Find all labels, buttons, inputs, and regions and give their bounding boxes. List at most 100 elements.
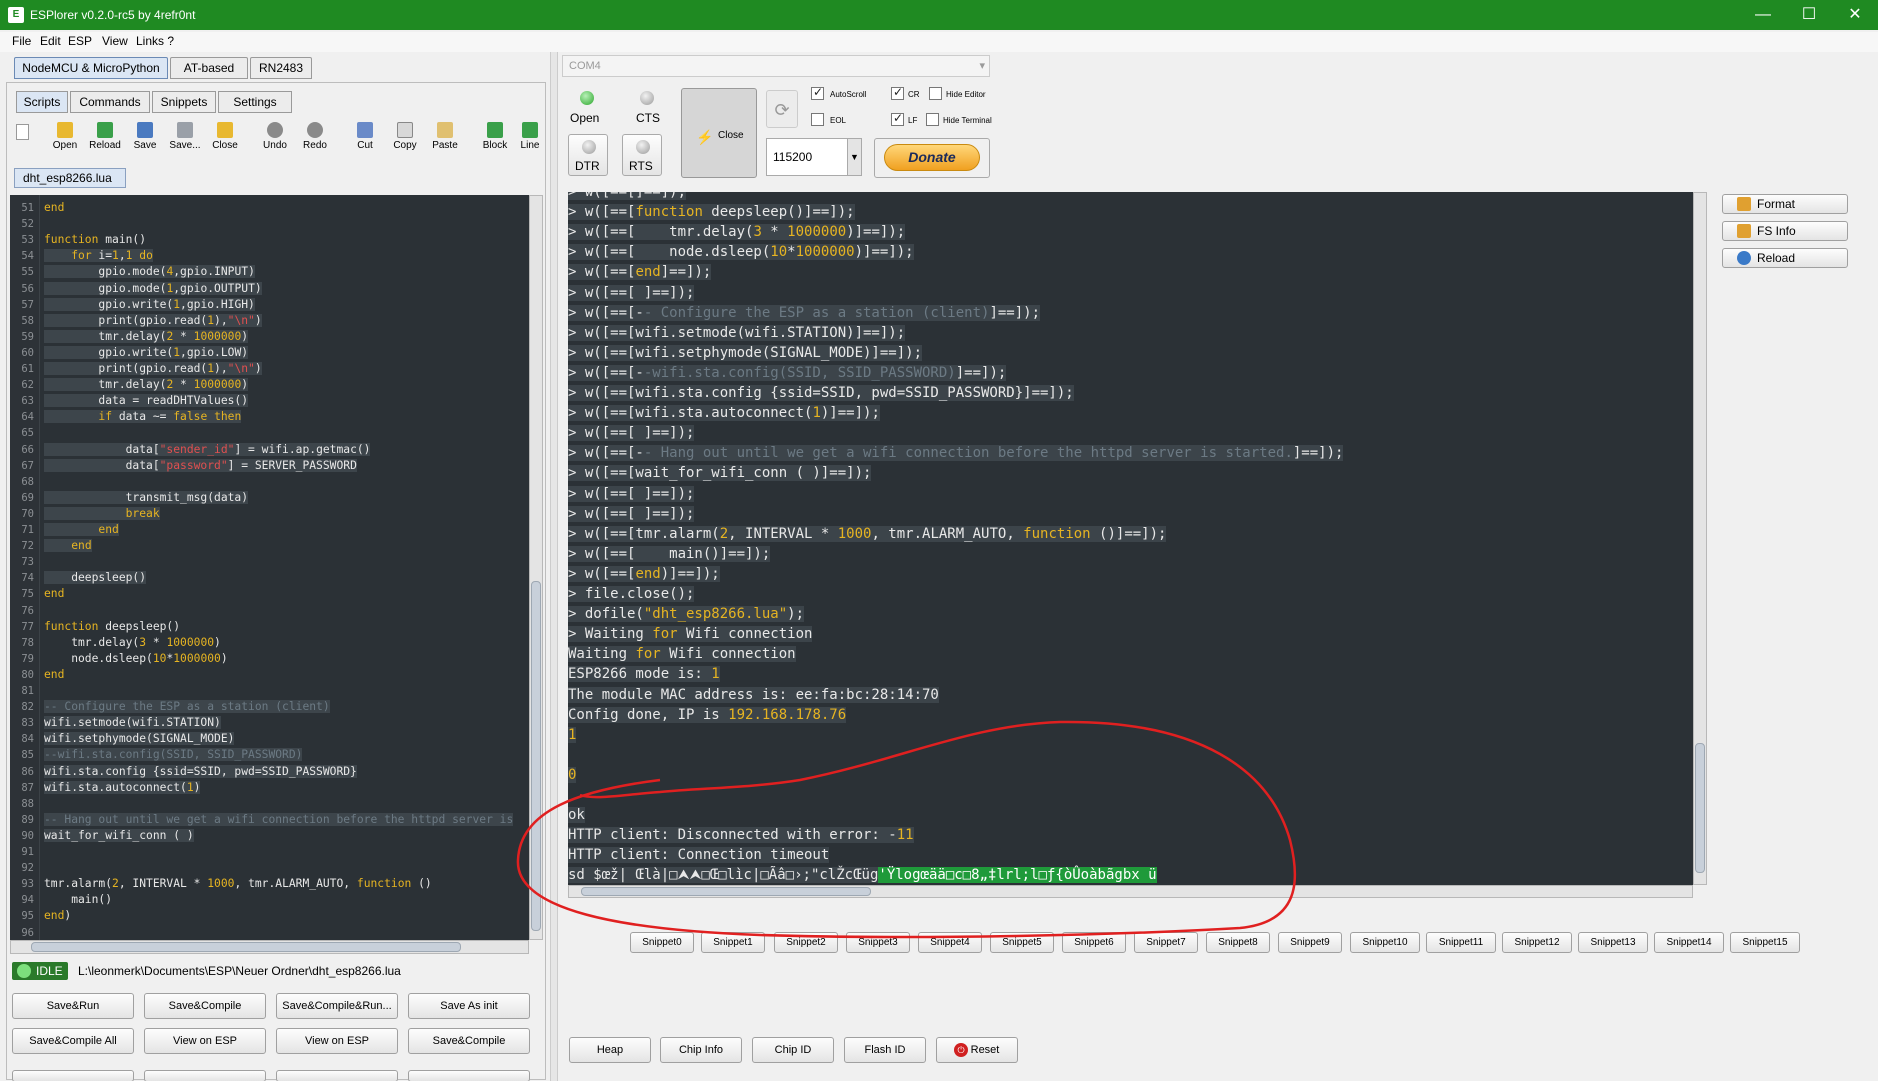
- subtab-snippets[interactable]: Snippets: [152, 91, 216, 113]
- save-as-tool-button[interactable]: Save...: [166, 120, 204, 156]
- snippet-button-7[interactable]: Snippet7: [1134, 932, 1198, 953]
- cut-tool-button[interactable]: Cut: [346, 120, 384, 156]
- terminal-line: Waiting for Wifi connection: [568, 646, 796, 663]
- snippet-button-2[interactable]: Snippet2: [774, 932, 838, 953]
- terminal-output[interactable]: > w([==[]==]); > w([==[function deepsleep…: [568, 192, 1693, 885]
- reload-files-button[interactable]: Reload: [1722, 248, 1848, 268]
- menu-view[interactable]: View: [102, 34, 128, 48]
- cut-off-button-1[interactable]: [12, 1070, 134, 1081]
- editor-hscrollbar[interactable]: [10, 940, 529, 954]
- donate-button[interactable]: Donate: [884, 144, 980, 171]
- cut-off-button-2[interactable]: [144, 1070, 266, 1081]
- snippet-button-6[interactable]: Snippet6: [1062, 932, 1126, 953]
- cr-checkbox[interactable]: [891, 85, 904, 100]
- reset-button[interactable]: ⏻ Reset: [936, 1037, 1018, 1063]
- snippet-button-1[interactable]: Snippet1: [701, 932, 765, 953]
- snippet-button-10[interactable]: Snippet10: [1350, 932, 1420, 953]
- save-compile-button[interactable]: Save&Compile: [144, 993, 266, 1019]
- snippet-button-15[interactable]: Snippet15: [1730, 932, 1800, 953]
- paste-tool-button[interactable]: Paste: [426, 120, 464, 156]
- cut-off-button-4[interactable]: [408, 1070, 530, 1081]
- copy-icon: [397, 122, 413, 138]
- chip-info-button[interactable]: Chip Info: [660, 1037, 742, 1063]
- chevron-down-icon: ▼: [847, 139, 861, 175]
- save-as-init-button[interactable]: Save As init: [408, 993, 530, 1019]
- port-select[interactable]: COM4 ▾: [562, 55, 990, 77]
- close-tool-button[interactable]: Close: [206, 120, 244, 156]
- baud-select[interactable]: 115200 ▼: [766, 138, 862, 176]
- block-tool-button[interactable]: Block: [476, 120, 514, 156]
- snippet-button-14[interactable]: Snippet14: [1654, 932, 1724, 953]
- menu-edit[interactable]: Edit: [40, 34, 61, 48]
- chip-id-button[interactable]: Chip ID: [752, 1037, 834, 1063]
- fs-info-button[interactable]: FS Info: [1722, 221, 1848, 241]
- menu-file[interactable]: File: [12, 34, 31, 48]
- close-port-button[interactable]: ⚡ Close: [681, 88, 757, 178]
- editor-vscroll-thumb[interactable]: [531, 581, 541, 931]
- save-run-button[interactable]: Save&Run: [12, 993, 134, 1019]
- eol-checkbox[interactable]: [811, 113, 824, 126]
- refresh-ports-icon[interactable]: ⟳: [766, 90, 798, 128]
- tab-nodemcu[interactable]: NodeMCU & MicroPython: [14, 57, 168, 79]
- menu-esp[interactable]: ESP: [68, 34, 92, 48]
- snippet-button-0[interactable]: Snippet0: [630, 932, 694, 953]
- cr-label: CR: [908, 90, 920, 99]
- line-number: 59: [21, 330, 34, 343]
- undo-tool-button[interactable]: Undo: [256, 120, 294, 156]
- file-tab[interactable]: dht_esp8266.lua: [14, 168, 126, 188]
- minimize-button[interactable]: —: [1740, 0, 1786, 30]
- close-window-button[interactable]: ✕: [1832, 0, 1878, 30]
- save-compile-all-button[interactable]: Save&Compile All: [12, 1028, 134, 1054]
- terminal-vscrollbar[interactable]: [1693, 192, 1707, 885]
- open-port-button[interactable]: Open: [562, 86, 612, 132]
- tab-rn2483[interactable]: RN2483: [250, 57, 312, 79]
- terminal-line: > w([==[ main()]==]);: [568, 545, 771, 562]
- line-tool-button[interactable]: Line: [516, 120, 544, 156]
- line-number: 63: [21, 395, 34, 408]
- hide-terminal-checkbox[interactable]: [926, 113, 939, 126]
- lf-checkbox[interactable]: [891, 111, 904, 126]
- lf-label: LF: [908, 116, 918, 125]
- autoscroll-checkbox[interactable]: [811, 85, 824, 100]
- dtr-button[interactable]: DTR: [568, 134, 608, 176]
- snippet-button-3[interactable]: Snippet3: [846, 932, 910, 953]
- snippet-button-8[interactable]: Snippet8: [1206, 932, 1270, 953]
- reload-tool-button[interactable]: Reload: [86, 120, 124, 156]
- save-tool-button[interactable]: Save: [126, 120, 164, 156]
- format-button[interactable]: Format: [1722, 194, 1848, 214]
- terminal-hscroll-thumb[interactable]: [581, 887, 871, 896]
- editor-vscrollbar[interactable]: [529, 195, 543, 940]
- save-compile-run-button[interactable]: Save&Compile&Run...: [276, 993, 398, 1019]
- flash-id-button[interactable]: Flash ID: [844, 1037, 926, 1063]
- hide-editor-checkbox[interactable]: [929, 87, 942, 100]
- new-file-icon[interactable]: [16, 124, 29, 140]
- code-editor[interactable]: 51 end 52 53 function main() 54 for i=1,1 do 5…: [10, 195, 543, 940]
- rts-button[interactable]: RTS: [622, 134, 662, 176]
- copy-tool-button[interactable]: Copy: [386, 120, 424, 156]
- pane-splitter[interactable]: [550, 52, 558, 1081]
- view-on-esp-button[interactable]: View on ESP: [144, 1028, 266, 1054]
- heap-button[interactable]: Heap: [569, 1037, 651, 1063]
- menu-links[interactable]: Links ?: [136, 34, 174, 48]
- terminal-line: > w([==[]==]);: [568, 192, 687, 202]
- subtab-settings[interactable]: Settings: [218, 91, 292, 113]
- terminal-hscrollbar[interactable]: [568, 885, 1693, 898]
- tab-at-based[interactable]: AT-based: [170, 57, 248, 79]
- snippet-button-4[interactable]: Snippet4: [918, 932, 982, 953]
- snippet-button-12[interactable]: Snippet12: [1502, 932, 1572, 953]
- view-on-esp-button-2[interactable]: View on ESP: [276, 1028, 398, 1054]
- open-tool-button[interactable]: Open: [46, 120, 84, 156]
- redo-tool-button[interactable]: Redo: [296, 120, 334, 156]
- subtab-commands[interactable]: Commands: [70, 91, 150, 113]
- cut-off-button-3[interactable]: [276, 1070, 398, 1081]
- snippet-button-11[interactable]: Snippet11: [1426, 932, 1496, 953]
- snippet-button-5[interactable]: Snippet5: [990, 932, 1054, 953]
- terminal-vscroll-thumb[interactable]: [1695, 743, 1705, 873]
- subtab-scripts[interactable]: Scripts: [16, 91, 68, 113]
- maximize-button[interactable]: ☐: [1786, 0, 1832, 30]
- snippet-button-9[interactable]: Snippet9: [1278, 932, 1342, 953]
- save-compile-button-2[interactable]: Save&Compile: [408, 1028, 530, 1054]
- snippet-button-13[interactable]: Snippet13: [1578, 932, 1648, 953]
- editor-hscroll-thumb[interactable]: [31, 942, 461, 952]
